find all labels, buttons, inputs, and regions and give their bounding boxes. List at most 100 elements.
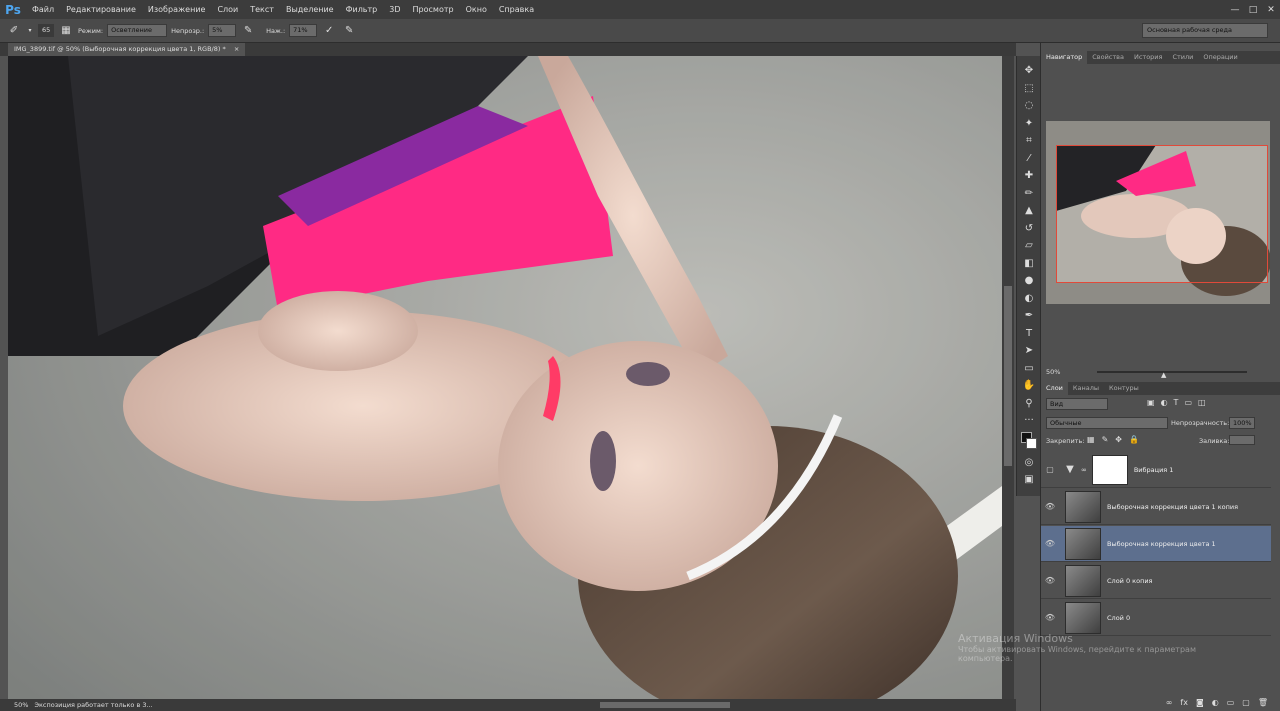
menu-help[interactable]: Справка <box>493 0 540 19</box>
shape-tool-icon[interactable]: ▭ <box>1017 360 1041 378</box>
trash-icon[interactable]: 🗑 <box>1258 698 1268 707</box>
marquee-tool-icon[interactable]: ⬚ <box>1017 80 1041 98</box>
zoom-tool-icon[interactable]: ⚲ <box>1017 395 1041 413</box>
history-brush-icon[interactable]: ↺ <box>1017 220 1041 238</box>
layer-name[interactable]: Выборочная коррекция цвета 1 копия <box>1107 503 1238 511</box>
minimize-button[interactable]: — <box>1226 0 1244 19</box>
blend-mode-select[interactable]: Обычные <box>1046 417 1168 429</box>
mode-select[interactable]: Осветление <box>107 24 168 37</box>
smart-filter-icon[interactable]: ◫ <box>1198 398 1206 407</box>
navigator-thumbnail[interactable] <box>1046 121 1270 304</box>
vertical-scroll-thumb[interactable] <box>1004 286 1012 466</box>
menu-window[interactable]: Окно <box>460 0 493 19</box>
layer-opacity-field[interactable]: 100% <box>1229 417 1255 429</box>
tab-actions[interactable]: Операции <box>1198 51 1242 64</box>
background-color[interactable] <box>1026 437 1037 449</box>
horizontal-scroll-thumb[interactable] <box>600 702 730 708</box>
pressure-icon[interactable]: ✎ <box>341 23 357 39</box>
tab-close-icon[interactable]: × <box>234 45 239 53</box>
eye-icon[interactable]: 👁 <box>1041 502 1059 511</box>
layer-kind-filter[interactable]: Вид <box>1046 398 1108 410</box>
chevron-down-icon[interactable]: ▾ <box>26 23 34 39</box>
layer-style-icon[interactable]: fx <box>1180 698 1188 707</box>
layer-name[interactable]: Вибрация 1 <box>1134 466 1174 474</box>
layer-row[interactable]: ▢ ▼ ∞ Вибрация 1 <box>1041 452 1271 488</box>
dodge-tool-icon[interactable]: ✐ <box>6 23 22 39</box>
menu-edit[interactable]: Редактирование <box>60 0 142 19</box>
layer-row[interactable]: 👁 Выборочная коррекция цвета 1 копия <box>1041 489 1271 525</box>
new-adjustment-icon[interactable]: ◐ <box>1212 698 1219 707</box>
shape-filter-icon[interactable]: ▭ <box>1184 398 1192 407</box>
new-group-icon[interactable]: ▭ <box>1227 698 1235 707</box>
pen-tool-icon[interactable]: ✒ <box>1017 307 1041 325</box>
chain-link-icon[interactable]: ∞ <box>1081 466 1087 474</box>
tab-properties[interactable]: Свойства <box>1087 51 1129 64</box>
vertical-scrollbar[interactable] <box>1002 56 1014 699</box>
opacity-field[interactable]: 5% <box>208 24 237 37</box>
menu-file[interactable]: Файл <box>26 0 60 19</box>
layer-name[interactable]: Выборочная коррекция цвета 1 <box>1107 540 1216 548</box>
type-filter-icon[interactable]: T <box>1174 398 1179 407</box>
close-button[interactable]: ✕ <box>1262 0 1280 19</box>
clone-stamp-icon[interactable]: ▲ <box>1017 202 1041 220</box>
color-swatches[interactable] <box>1017 430 1040 454</box>
lasso-tool-icon[interactable]: ◌ <box>1017 97 1041 115</box>
layer-name[interactable]: Слой 0 <box>1107 614 1130 622</box>
brush-panel-icon[interactable]: ▦ <box>58 23 74 39</box>
lock-pixels-icon[interactable]: ✎ <box>1102 435 1109 444</box>
maximize-button[interactable]: □ <box>1244 0 1262 19</box>
move-tool-icon[interactable]: ✥ <box>1017 62 1041 80</box>
tab-layers[interactable]: Слои <box>1041 382 1068 395</box>
eraser-icon[interactable]: ▱ <box>1017 237 1041 255</box>
hand-tool-icon[interactable]: ✋ <box>1017 377 1041 395</box>
menu-image[interactable]: Изображение <box>142 0 212 19</box>
fill-field[interactable] <box>1229 435 1255 445</box>
lock-position-icon[interactable]: ✥ <box>1115 435 1122 444</box>
protect-tones-icon[interactable]: ✓ <box>321 23 337 39</box>
flow-field[interactable]: 71% <box>289 24 318 37</box>
brush-tool-icon[interactable]: ✏ <box>1017 185 1041 203</box>
layer-row[interactable]: 👁 Слой 0 <box>1041 600 1271 636</box>
magic-wand-icon[interactable]: ✦ <box>1017 115 1041 133</box>
screen-mode-icon[interactable]: ▣ <box>1017 471 1041 489</box>
lock-all-icon[interactable]: 🔒 <box>1129 435 1139 444</box>
eye-icon[interactable]: 👁 <box>1041 539 1059 548</box>
layer-mask-thumb[interactable] <box>1091 454 1128 485</box>
layer-row[interactable]: 👁 Слой 0 копия <box>1041 563 1271 599</box>
eye-icon[interactable]: 👁 <box>1041 613 1059 622</box>
navigator-zoom-value[interactable]: 50% <box>1046 368 1060 376</box>
status-zoom[interactable]: 50% <box>14 699 28 711</box>
tab-channels[interactable]: Каналы <box>1068 382 1104 395</box>
gradient-tool-icon[interactable]: ◧ <box>1017 255 1041 273</box>
tab-paths[interactable]: Контуры <box>1104 382 1144 395</box>
visibility-toggle-icon[interactable]: ▢ <box>1041 465 1059 474</box>
new-layer-icon[interactable]: ▢ <box>1242 698 1250 707</box>
eyedropper-icon[interactable]: ⁄ <box>1017 150 1041 168</box>
tab-history[interactable]: История <box>1129 51 1167 64</box>
tab-navigator[interactable]: Навигатор <box>1041 51 1088 64</box>
menu-filter[interactable]: Фильтр <box>340 0 384 19</box>
layer-row-selected[interactable]: 👁 Выборочная коррекция цвета 1 <box>1041 526 1271 562</box>
image-canvas[interactable] <box>8 56 1002 699</box>
navigator-zoom-slider[interactable]: ▲ <box>1097 371 1247 379</box>
path-select-icon[interactable]: ➤ <box>1017 342 1041 360</box>
crop-tool-icon[interactable]: ⌗ <box>1017 132 1041 150</box>
menu-type[interactable]: Текст <box>244 0 280 19</box>
layer-name[interactable]: Слой 0 копия <box>1107 577 1152 585</box>
zoom-slider-knob[interactable]: ▲ <box>1161 368 1166 382</box>
eye-icon[interactable]: 👁 <box>1041 576 1059 585</box>
workspace-select[interactable]: Основная рабочая среда <box>1142 23 1268 38</box>
airbrush-icon[interactable]: ✎ <box>240 23 256 39</box>
link-layers-icon[interactable]: ∞ <box>1166 698 1173 707</box>
blur-tool-icon[interactable]: ● <box>1017 272 1041 290</box>
healing-brush-icon[interactable]: ✚ <box>1017 167 1041 185</box>
menu-select[interactable]: Выделение <box>280 0 340 19</box>
navigator-view-frame[interactable] <box>1056 145 1268 283</box>
adjustment-filter-icon[interactable]: ◐ <box>1161 398 1168 407</box>
menu-3d[interactable]: 3D <box>383 0 406 19</box>
dodge-tool-icon[interactable]: ◐ <box>1017 290 1041 308</box>
lock-transparent-icon[interactable]: ▦ <box>1087 435 1095 444</box>
add-mask-icon[interactable]: ◙ <box>1196 698 1204 707</box>
menu-view[interactable]: Просмотр <box>407 0 460 19</box>
menu-layer[interactable]: Слои <box>211 0 244 19</box>
